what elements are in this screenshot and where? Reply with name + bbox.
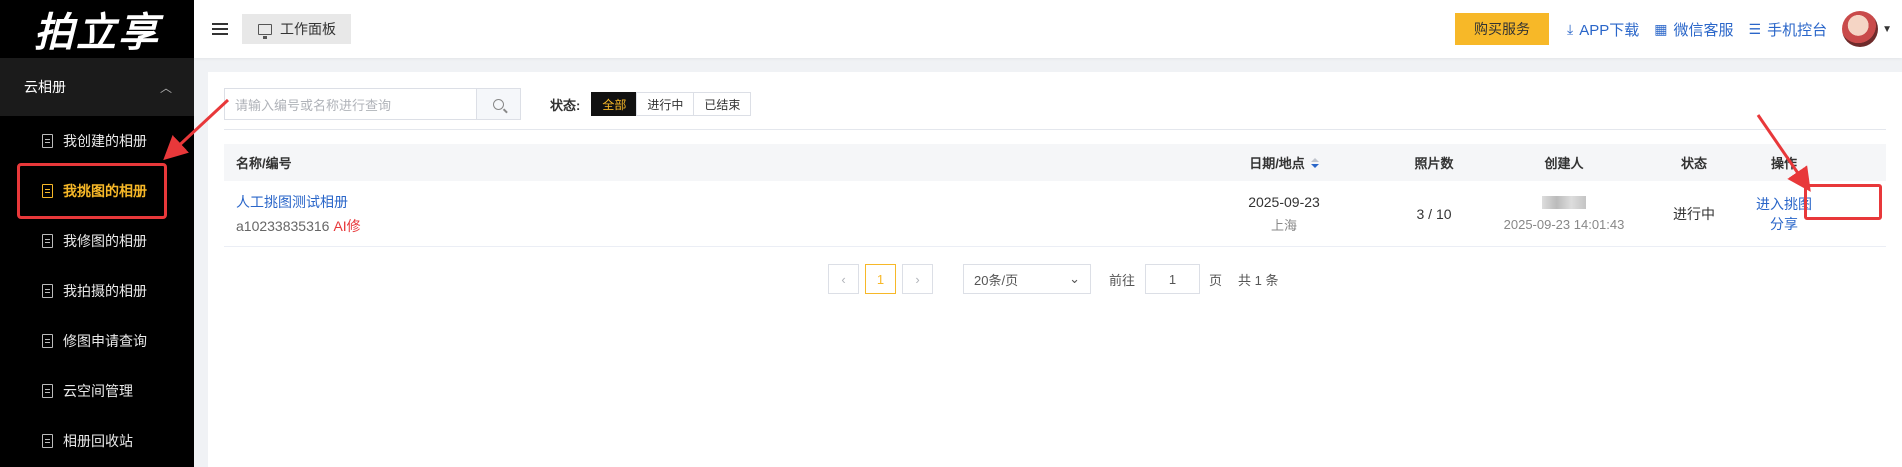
search-button[interactable] — [476, 88, 521, 120]
album-location: 上海 — [1270, 217, 1297, 233]
top-header: 工作面板 购买服务 ⤓ APP下载 ▦ 微信客服 ☰ 手机控台 ▼ — [194, 0, 1902, 58]
creator-name-redacted — [1542, 195, 1586, 209]
sidebar-item-label: 修图申请查询 — [63, 333, 147, 349]
status-option-ongoing[interactable]: 进行中 — [636, 92, 695, 116]
app-download-label: APP下载 — [1579, 21, 1640, 39]
wechat-service-link[interactable]: ▦ 微信客服 — [1654, 19, 1733, 40]
filter-toolbar: 请输入编号或名称进行查询 状态: 全部 进行中 已结束 — [224, 88, 752, 120]
album-ops-cell: 进入挑图 分享 — [1734, 181, 1834, 246]
menu-group-cloud-album[interactable]: 云相册 ︿ — [0, 58, 194, 116]
document-icon — [42, 434, 53, 448]
share-link[interactable]: 分享 — [1770, 214, 1798, 234]
album-name-link[interactable]: 人工挑图测试相册 — [236, 192, 348, 212]
page-number[interactable]: 1 — [865, 264, 896, 294]
status-filter-group: 全部 进行中 已结束 — [591, 92, 752, 116]
document-icon — [42, 384, 53, 398]
workbench-label: 工作面板 — [280, 21, 336, 37]
prev-page-button[interactable]: ‹ — [828, 264, 859, 294]
sidebar-item-recycle-bin[interactable]: 相册回收站 — [0, 416, 194, 466]
qrcode-icon: ▦ — [1654, 20, 1668, 37]
document-icon — [42, 134, 53, 148]
search-input[interactable]: 请输入编号或名称进行查询 — [225, 95, 476, 114]
document-icon — [42, 334, 53, 348]
mobile-console-label: 手机控台 — [1767, 21, 1828, 39]
page-size-value: 20条/页 — [974, 272, 1019, 288]
main-panel: 请输入编号或名称进行查询 状态: 全部 进行中 已结束 名称/编号 日期/地点 … — [208, 72, 1902, 467]
sidebar-item-label: 我拍摄的相册 — [63, 283, 147, 299]
sidebar-item-label: 我创建的相册 — [63, 133, 147, 149]
app-download-link[interactable]: ⤓ APP下载 — [1567, 19, 1639, 40]
goto-label: 前往 — [1109, 272, 1136, 288]
total-count: 共 1 条 — [1238, 272, 1279, 288]
sidebar: 拍立享 云相册 ︿ 我创建的相册 我挑图的相册 我修图的相册 我拍摄的相册 修图… — [0, 0, 194, 467]
menu-group-label: 云相册 — [24, 79, 66, 95]
page-size-select[interactable]: 20条/页 ⌄ — [963, 264, 1091, 294]
status-option-all[interactable]: 全部 — [591, 92, 638, 116]
sidebar-item-label: 我修图的相册 — [63, 233, 147, 249]
workbench-tab[interactable]: 工作面板 — [242, 14, 351, 44]
ai-retouch-tag: AI修 — [333, 217, 361, 234]
header-date[interactable]: 日期/地点 — [1224, 144, 1344, 181]
sidebar-item-retouch-requests[interactable]: 修图申请查询 — [0, 316, 194, 366]
sliders-icon: ☰ — [1748, 20, 1762, 37]
annotation-highlight-box — [17, 163, 167, 219]
album-code: a10233835316 AI修 — [236, 216, 361, 236]
table-row: 人工挑图测试相册 a10233835316 AI修 2025-09-23 上海 3… — [224, 181, 1886, 247]
header-name: 名称/编号 — [236, 156, 292, 171]
header-creator: 创建人 — [1544, 156, 1584, 171]
monitor-icon — [258, 23, 272, 39]
mobile-console-link[interactable]: ☰ 手机控台 — [1749, 19, 1828, 40]
caret-down-icon[interactable]: ▼ — [1882, 24, 1892, 35]
header-status: 状态 — [1680, 156, 1707, 171]
search-icon — [493, 98, 504, 110]
header-date-label: 日期/地点 — [1249, 156, 1305, 171]
sidebar-item-cloud-space[interactable]: 云空间管理 — [0, 366, 194, 416]
album-code-value: a10233835316 — [236, 217, 330, 234]
album-creator-cell: 2025-09-23 14:01:43 — [1464, 181, 1664, 246]
avatar[interactable] — [1842, 11, 1879, 47]
chevron-up-icon: ︿ — [159, 80, 172, 95]
download-icon: ⤓ — [1567, 20, 1574, 37]
album-status-cell: 进行中 — [1673, 205, 1715, 222]
sort-icon[interactable] — [1310, 157, 1319, 168]
chevron-down-icon: ⌄ — [1069, 271, 1080, 286]
album-created-at: 2025-09-23 14:01:43 — [1503, 216, 1625, 232]
page-unit-label: 页 — [1209, 272, 1223, 288]
sidebar-item-label: 相册回收站 — [63, 433, 133, 449]
document-icon — [42, 284, 53, 298]
brand-logo[interactable]: 拍立享 — [0, 0, 194, 58]
sidebar-item-created-albums[interactable]: 我创建的相册 — [0, 116, 194, 166]
status-filter-label: 状态: — [550, 97, 581, 113]
status-option-ended[interactable]: 已结束 — [693, 92, 752, 116]
album-name-cell: 人工挑图测试相册 a10233835316 AI修 — [236, 181, 361, 246]
search-box: 请输入编号或名称进行查询 — [224, 88, 477, 120]
goto-page-input[interactable]: 1 — [1145, 264, 1201, 294]
sidebar-item-shoot-albums[interactable]: 我拍摄的相册 — [0, 266, 194, 316]
next-page-button[interactable]: › — [902, 264, 933, 294]
divider — [224, 129, 1886, 130]
menu-toggle-icon[interactable] — [212, 23, 228, 35]
pagination: ‹ 1 › 20条/页 ⌄ 前往 1 页 共 1 条 — [828, 264, 1279, 294]
wechat-service-label: 微信客服 — [1673, 21, 1734, 39]
buy-service-button[interactable]: 购买服务 — [1455, 13, 1550, 45]
album-date: 2025-09-23 — [1248, 193, 1320, 210]
sidebar-item-label: 云空间管理 — [63, 383, 133, 399]
header-ops: 操作 — [1770, 156, 1797, 171]
table-header: 名称/编号 日期/地点 照片数 创建人 状态 操作 — [224, 144, 1886, 181]
enter-selection-link[interactable]: 进入挑图 — [1756, 194, 1812, 214]
album-date-cell: 2025-09-23 上海 — [1224, 181, 1344, 246]
sidebar-item-retouch-albums[interactable]: 我修图的相册 — [0, 216, 194, 266]
document-icon — [42, 234, 53, 248]
